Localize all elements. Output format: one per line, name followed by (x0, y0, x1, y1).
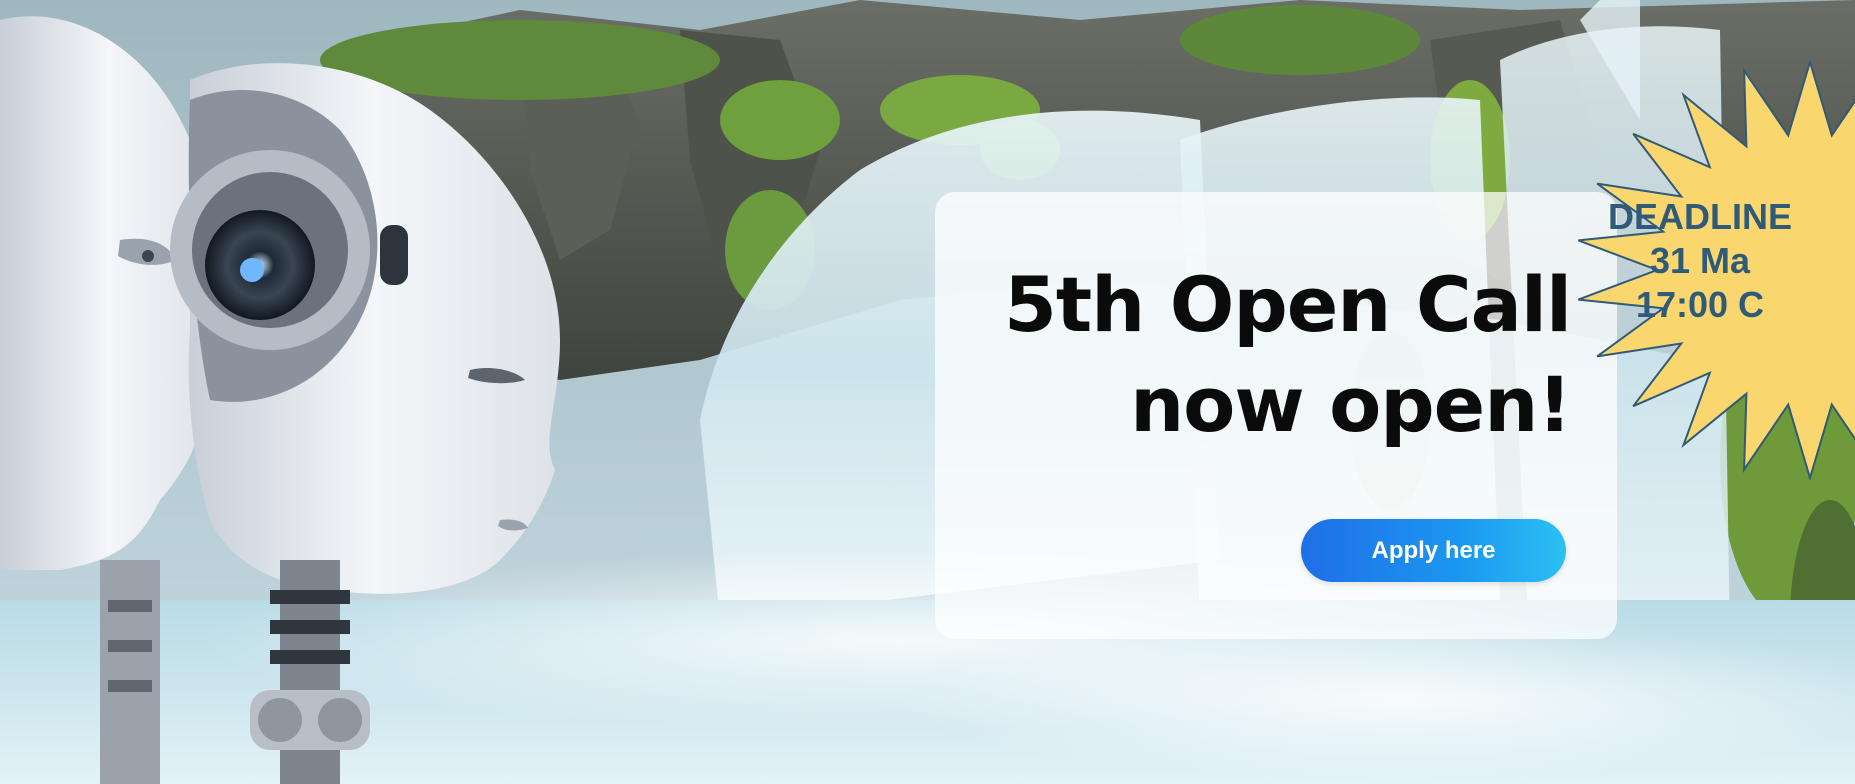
deadline-line-3: 17:00 C (1635, 284, 1765, 325)
deadline-line-2: 31 Ma (1649, 240, 1751, 281)
deadline-badge: DEADLINE 31 Ma 17:00 C (0, 0, 1855, 784)
deadline-line-1: DEADLINE (1607, 196, 1792, 237)
deadline-text: DEADLINE 31 Ma 17:00 C (1550, 195, 1850, 327)
hero-banner: 5th Open Call now open! Apply here DEADL… (0, 0, 1855, 784)
